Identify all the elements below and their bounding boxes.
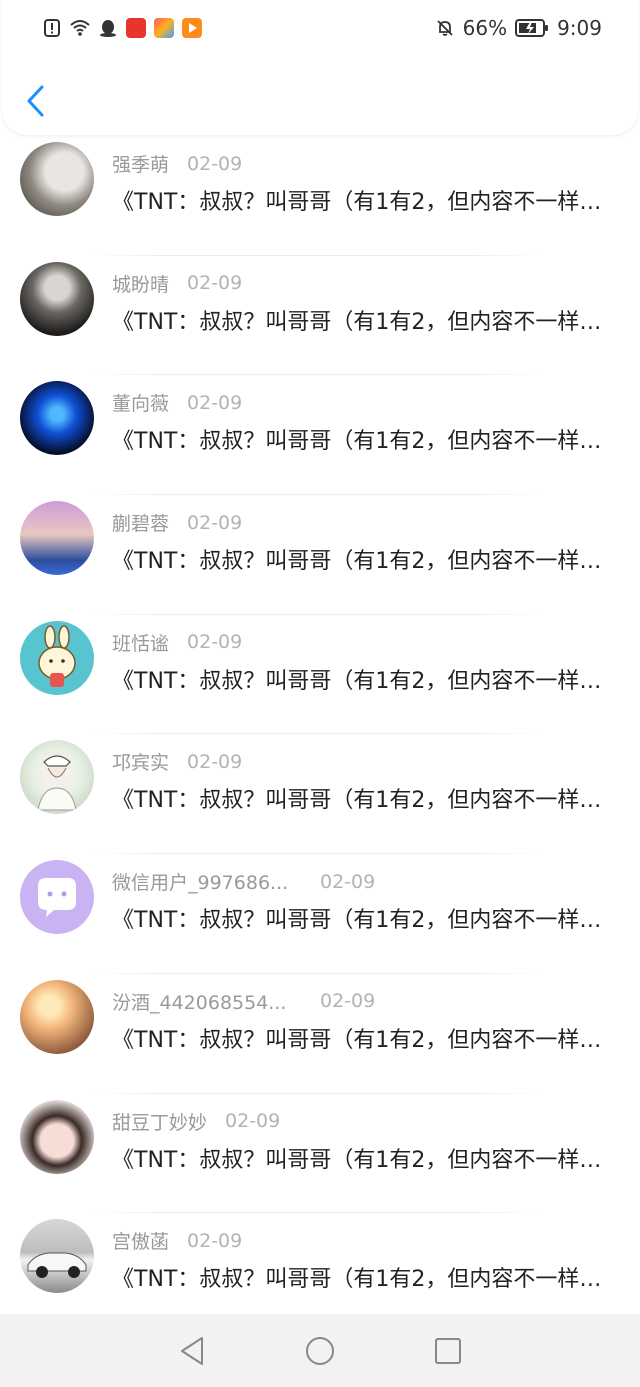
item-date: 02-09 [187, 272, 243, 295]
list-item[interactable]: 班恬谧 02-09 《TNT：叔叔？叫哥哥（有1有2，但内容不一样）》 [0, 615, 640, 735]
message-text[interactable]: 《TNT：叔叔？叫哥哥（有1有2，但内容不一样）》 [112, 184, 612, 216]
item-date: 02-09 [187, 391, 243, 414]
car-avatar-icon [27, 1252, 87, 1279]
battery-percent: 66% [462, 16, 508, 40]
avatar[interactable] [20, 501, 94, 576]
item-date: 02-09 [320, 870, 376, 893]
item-meta: 强季萌 02-09 [112, 150, 242, 177]
sketch-person-icon [37, 755, 77, 811]
list-item[interactable]: 微信用户_997686... 02-09 《TNT：叔叔？叫哥哥（有1有2，但内… [0, 854, 640, 974]
battery-icon [515, 19, 549, 37]
top-header-card: 66% 9:09 [2, 0, 638, 135]
app-icon-red [126, 18, 146, 38]
system-nav-bar [0, 1314, 640, 1387]
clock: 9:09 [557, 16, 602, 40]
avatar[interactable] [20, 620, 94, 695]
item-date: 02-09 [187, 750, 243, 773]
item-date: 02-09 [187, 1229, 243, 1252]
status-left [42, 18, 202, 38]
message-text[interactable]: 《TNT：叔叔？叫哥哥（有1有2，但内容不一样）》 [112, 1022, 612, 1054]
avatar[interactable] [20, 381, 94, 456]
item-meta: 甜豆丁妙妙 02-09 [112, 1108, 280, 1135]
square-recents-icon [435, 1337, 461, 1364]
message-text[interactable]: 《TNT：叔叔？叫哥哥（有1有2，但内容不一样）》 [112, 663, 612, 695]
list-item[interactable]: 董向薇 02-09 《TNT：叔叔？叫哥哥（有1有2，但内容不一样）》 [0, 375, 640, 496]
avatar[interactable] [20, 261, 94, 336]
user-name[interactable]: 城盼晴 [112, 270, 169, 297]
message-list: 强季萌 02-09 《TNT：叔叔？叫哥哥（有1有2，但内容不一样）》 城盼晴 … [0, 136, 640, 1314]
avatar[interactable] [20, 979, 94, 1054]
chevron-left-icon [27, 85, 44, 117]
list-item[interactable]: 甜豆丁妙妙 02-09 《TNT：叔叔？叫哥哥（有1有2，但内容不一样）》 [0, 1094, 640, 1214]
list-item[interactable]: 汾酒_442068554... 02-09 《TNT：叔叔？叫哥哥（有1有2，但… [0, 974, 640, 1094]
list-item[interactable]: 蒯碧蓉 02-09 《TNT：叔叔？叫哥哥（有1有2，但内容不一样）》 [0, 495, 640, 615]
user-name[interactable]: 董向薇 [112, 389, 169, 416]
list-item[interactable]: 宫傲菡 02-09 《TNT：叔叔？叫哥哥（有1有2，但内容不一样）》 [0, 1213, 640, 1314]
message-text[interactable]: 《TNT：叔叔？叫哥哥（有1有2，但内容不一样）》 [112, 543, 612, 575]
user-name[interactable]: 宫傲菡 [112, 1227, 169, 1254]
avatar[interactable] [20, 740, 94, 815]
status-bar: 66% 9:09 [2, 0, 638, 56]
item-meta: 董向薇 02-09 [112, 389, 242, 416]
wifi-icon [70, 20, 90, 36]
user-name[interactable]: 微信用户_997686... [112, 868, 302, 895]
item-date: 02-09 [187, 152, 243, 175]
nav-home-button[interactable] [304, 1335, 336, 1367]
message-text[interactable]: 《TNT：叔叔？叫哥哥（有1有2，但内容不一样）》 [112, 1261, 612, 1293]
triangle-back-icon [181, 1336, 203, 1365]
item-meta: 蒯碧蓉 02-09 [112, 509, 242, 536]
item-meta: 汾酒_442068554... 02-09 [112, 988, 375, 1015]
avatar[interactable] [20, 1219, 94, 1294]
list-item[interactable]: 城盼晴 02-09 《TNT：叔叔？叫哥哥（有1有2，但内容不一样）》 [0, 256, 640, 376]
bunny-avatar-icon [38, 625, 76, 687]
message-text[interactable]: 《TNT：叔叔？叫哥哥（有1有2，但内容不一样）》 [112, 782, 612, 814]
item-meta: 微信用户_997686... 02-09 [112, 868, 375, 895]
app-icon-play [182, 18, 202, 38]
user-name[interactable]: 蒯碧蓉 [112, 509, 169, 536]
item-meta: 城盼晴 02-09 [112, 270, 242, 297]
nav-recents-button[interactable] [432, 1335, 464, 1367]
list-item[interactable]: 邛宾实 02-09 《TNT：叔叔？叫哥哥（有1有2，但内容不一样）》 [0, 734, 640, 855]
user-name[interactable]: 强季萌 [112, 150, 169, 177]
avatar[interactable] [20, 860, 94, 935]
message-text[interactable]: 《TNT：叔叔？叫哥哥（有1有2，但内容不一样）》 [112, 423, 612, 455]
mute-bell-icon [436, 20, 453, 36]
avatar[interactable] [20, 142, 94, 216]
message-text[interactable]: 《TNT：叔叔？叫哥哥（有1有2，但内容不一样）》 [112, 902, 612, 934]
item-meta: 宫傲菡 02-09 [112, 1227, 242, 1254]
item-date: 02-09 [320, 990, 376, 1013]
circle-home-icon [306, 1336, 334, 1365]
back-button[interactable] [24, 84, 48, 118]
user-name[interactable]: 甜豆丁妙妙 [112, 1108, 207, 1135]
user-name[interactable]: 汾酒_442068554... [112, 988, 302, 1015]
item-meta: 班恬谧 02-09 [112, 629, 242, 656]
list-item[interactable]: 强季萌 02-09 《TNT：叔叔？叫哥哥（有1有2，但内容不一样）》 [0, 136, 640, 256]
message-text[interactable]: 《TNT：叔叔？叫哥哥（有1有2，但内容不一样）》 [112, 304, 612, 336]
item-date: 02-09 [225, 1110, 281, 1132]
item-meta: 邛宾实 02-09 [112, 748, 242, 775]
item-date: 02-09 [187, 631, 243, 654]
status-right: 66% 9:09 [435, 16, 602, 40]
sim-alert-icon [44, 19, 60, 37]
user-name[interactable]: 邛宾实 [112, 748, 169, 775]
qq-icon [100, 20, 116, 37]
message-text[interactable]: 《TNT：叔叔？叫哥哥（有1有2，但内容不一样）》 [112, 1142, 612, 1174]
app-icon-multicolor [154, 18, 174, 38]
nav-back-button[interactable] [176, 1335, 208, 1367]
avatar[interactable] [20, 1099, 94, 1174]
user-name[interactable]: 班恬谧 [112, 629, 169, 656]
item-date: 02-09 [187, 511, 243, 534]
chat-bubble-avatar-icon [38, 878, 76, 918]
